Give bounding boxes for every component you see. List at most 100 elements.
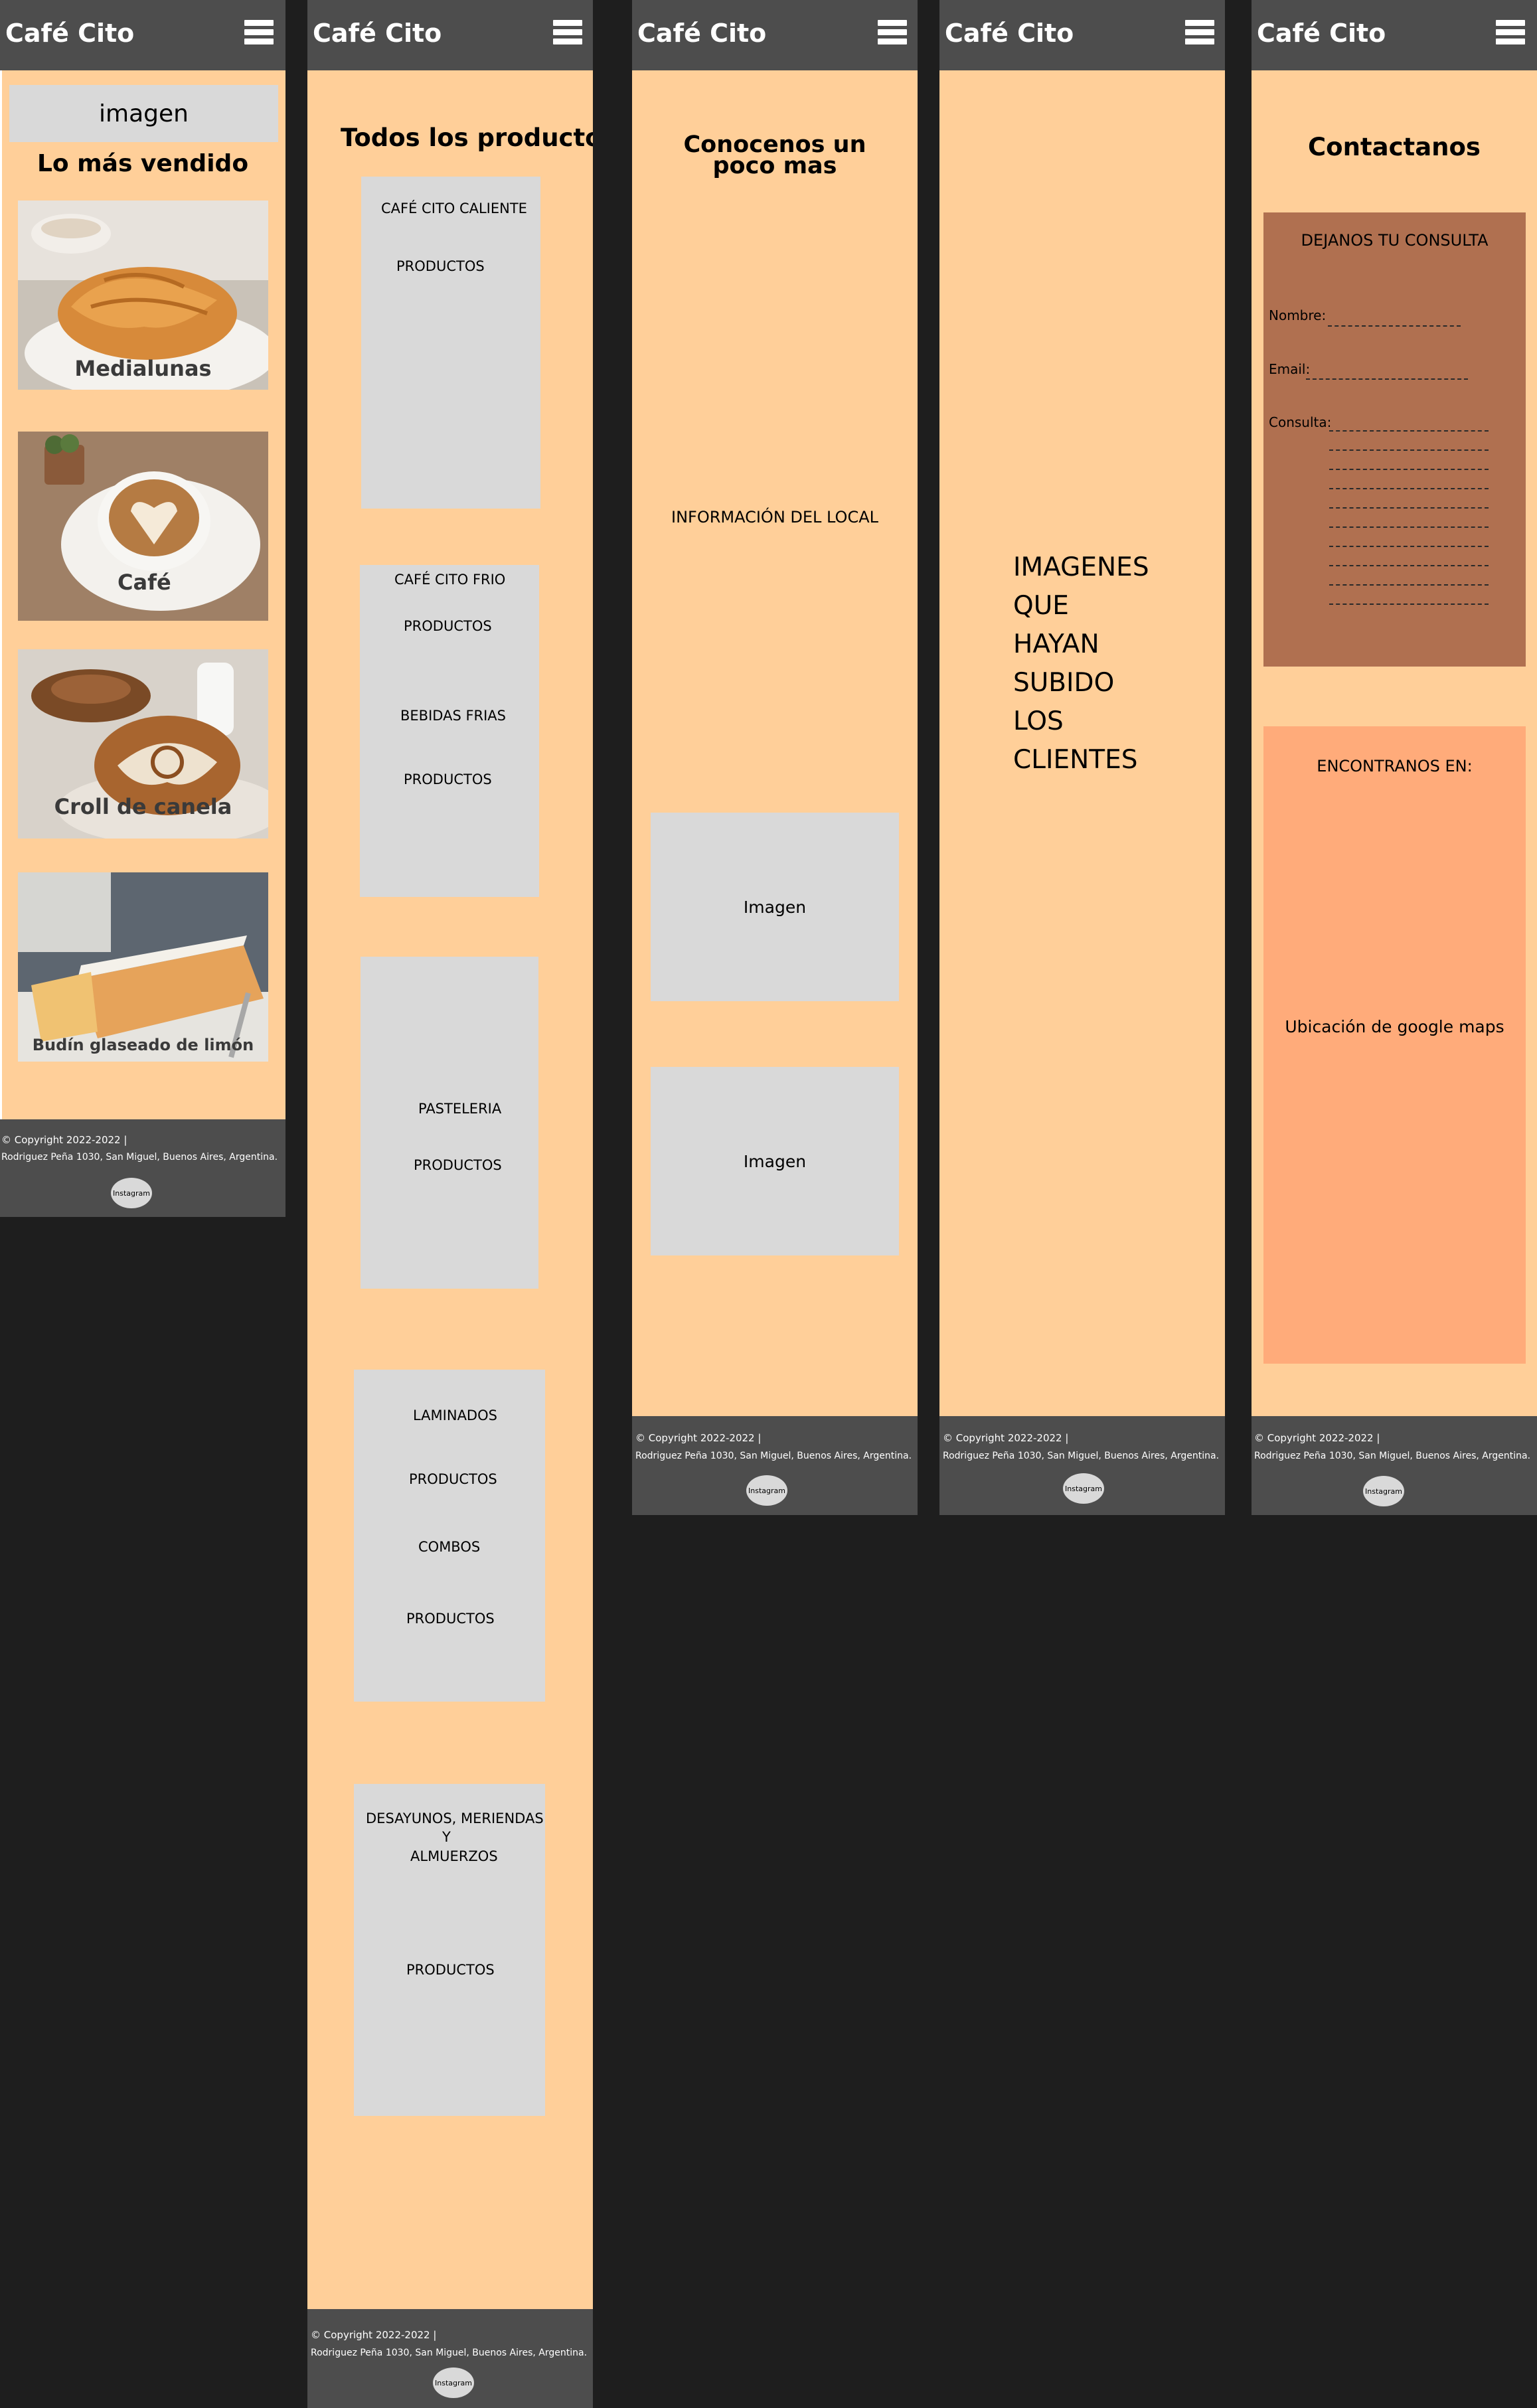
- footer: © Copyright 2022-2022 | Rodriguez Peña 1…: [1252, 1416, 1537, 1515]
- footer: © Copyright 2022-2022 | Rodriguez Peña 1…: [307, 2309, 593, 2408]
- header: Café Cito: [0, 0, 285, 70]
- instagram-button[interactable]: Instagram: [1063, 1473, 1104, 1504]
- email-label: Email:: [1269, 361, 1311, 377]
- gallery-line: LOS: [1013, 706, 1064, 736]
- gallery-line: QUE: [1013, 591, 1069, 621]
- footer: © Copyright 2022-2022 | Rodriguez Peña 1…: [939, 1416, 1225, 1515]
- header: Café Cito: [307, 0, 593, 70]
- instagram-button[interactable]: Instagram: [433, 2368, 474, 2398]
- hamburger-menu-icon[interactable]: [1496, 20, 1525, 45]
- query-textarea[interactable]: [1329, 426, 1489, 605]
- header: Café Cito: [632, 0, 918, 70]
- query-label: Consulta:: [1269, 414, 1332, 430]
- store-info-text: INFORMACIÓN DEL LOCAL: [671, 508, 878, 526]
- product-card-budin-glaseado-de-limon[interactable]: Budín glaseado de limón: [18, 872, 268, 1062]
- category-title: BEBIDAS FRIAS: [400, 708, 507, 724]
- best-sellers-heading: Lo más vendido: [37, 150, 249, 177]
- location-section: ENCONTRANOS EN: Ubicación de google maps: [1263, 726, 1526, 1364]
- image-placeholder-2: Imagen: [651, 1067, 899, 1255]
- category-card-laminados[interactable]: LAMINADOS PRODUCTOS COMBOS PRODUCTOS: [354, 1370, 545, 1702]
- gallery-line: IMAGENES: [1013, 552, 1149, 582]
- google-maps-placeholder[interactable]: Ubicación de google maps: [1263, 1017, 1526, 1036]
- lemon-cake-photo: [18, 872, 268, 1062]
- address-text: Rodriguez Peña 1030, San Miguel, Buenos …: [1, 1152, 278, 1163]
- home-screen: Café Cito imagen Lo más vendido Medialun…: [0, 0, 285, 1217]
- category-title: Y: [442, 1829, 451, 1845]
- gallery-line: SUBIDO: [1013, 668, 1115, 698]
- instagram-button[interactable]: Instagram: [746, 1475, 787, 1506]
- products-link[interactable]: PRODUCTOS: [404, 771, 492, 787]
- category-title: COMBOS: [418, 1539, 481, 1555]
- brand-logo[interactable]: Café Cito: [5, 19, 134, 48]
- hamburger-menu-icon[interactable]: [1185, 20, 1214, 45]
- header: Café Cito: [939, 0, 1225, 70]
- category-title: CAFÉ CITO CALIENTE: [381, 201, 527, 216]
- category-card-pasteleria[interactable]: PASTELERIA PRODUCTOS: [361, 957, 538, 1289]
- footer: © Copyright 2022-2022 | Rodriguez Peña 1…: [632, 1416, 918, 1515]
- contact-screen: Café Cito Contactanos DEJANOS TU CONSULT…: [1252, 0, 1537, 1515]
- address-text: Rodriguez Peña 1030, San Miguel, Buenos …: [1254, 1451, 1531, 1461]
- name-label: Nombre:: [1269, 307, 1327, 323]
- product-card-croll-de-canela[interactable]: Croll de canela: [18, 649, 268, 839]
- category-title: ALMUERZOS: [410, 1848, 498, 1864]
- product-name: Café: [118, 570, 171, 595]
- hamburger-menu-icon[interactable]: [878, 20, 907, 45]
- copyright-text: © Copyright 2022-2022 |: [943, 1432, 1069, 1444]
- copyright-text: © Copyright 2022-2022 |: [1, 1134, 127, 1146]
- category-title: LAMINADOS: [413, 1407, 497, 1423]
- brand-logo[interactable]: Café Cito: [1257, 19, 1386, 48]
- products-link[interactable]: PRODUCTOS: [406, 1611, 495, 1627]
- category-title: DESAYUNOS, MERIENDAS: [366, 1810, 544, 1826]
- hero-image-placeholder: imagen: [9, 85, 278, 142]
- hamburger-menu-icon[interactable]: [553, 20, 582, 45]
- address-text: Rodriguez Peña 1030, San Miguel, Buenos …: [311, 2348, 588, 2358]
- image-label: Imagen: [743, 897, 807, 917]
- instagram-button[interactable]: Instagram: [1363, 1476, 1404, 1506]
- contact-heading: Contactanos: [1308, 133, 1481, 161]
- form-title: DEJANOS TU CONSULTA: [1301, 231, 1489, 250]
- customer-images-text: IMAGENES QUE HAYAN SUBIDO LOS CLIENTES: [1013, 548, 1149, 779]
- about-heading: Conocenos un poco mas: [632, 133, 918, 179]
- category-title: CAFÉ CITO FRIO: [394, 572, 506, 588]
- category-card-cafe-frio[interactable]: CAFÉ CITO FRIO PRODUCTOS BEBIDAS FRIAS P…: [360, 565, 539, 897]
- gallery-line: HAYAN: [1013, 629, 1099, 659]
- category-title: PASTELERIA: [418, 1101, 502, 1117]
- image-placeholder-1: Imagen: [651, 813, 899, 1001]
- category-card-desayunos[interactable]: DESAYUNOS, MERIENDAS Y ALMUERZOS PRODUCT…: [354, 1784, 545, 2116]
- copyright-text: © Copyright 2022-2022 |: [1254, 1432, 1380, 1444]
- product-name: Budín glaseado de limón: [32, 1036, 254, 1054]
- products-link[interactable]: PRODUCTOS: [404, 618, 492, 634]
- copyright-text: © Copyright 2022-2022 |: [635, 1432, 762, 1444]
- products-link[interactable]: PRODUCTOS: [414, 1157, 502, 1173]
- products-screen: Café Cito Todos los productos CAFÉ CITO …: [307, 0, 593, 2408]
- products-link[interactable]: PRODUCTOS: [409, 1471, 497, 1487]
- brand-logo[interactable]: Café Cito: [313, 19, 442, 48]
- name-field[interactable]: [1328, 325, 1461, 327]
- brand-logo[interactable]: Café Cito: [637, 19, 766, 48]
- find-us-title: ENCONTRANOS EN:: [1317, 757, 1473, 775]
- products-link[interactable]: PRODUCTOS: [406, 1962, 495, 1978]
- about-screen: Café Cito Conocenos un poco mas INFORMAC…: [632, 0, 918, 1515]
- product-card-medialunas[interactable]: Medialunas: [18, 201, 268, 390]
- about-heading-line2: poco mas: [712, 153, 837, 179]
- products-link[interactable]: PRODUCTOS: [396, 258, 485, 274]
- category-card-cafe-caliente[interactable]: CAFÉ CITO CALIENTE PRODUCTOS: [361, 177, 540, 509]
- product-name: Medialunas: [74, 356, 212, 381]
- hero-image-label: imagen: [99, 100, 189, 127]
- brand-logo[interactable]: Café Cito: [945, 19, 1074, 48]
- copyright-text: © Copyright 2022-2022 |: [311, 2329, 437, 2341]
- header: Café Cito: [1252, 0, 1537, 70]
- email-field[interactable]: [1306, 378, 1468, 380]
- product-name: Croll de canela: [54, 794, 232, 819]
- address-text: Rodriguez Peña 1030, San Miguel, Buenos …: [635, 1451, 912, 1461]
- left-border: [0, 70, 2, 1119]
- hamburger-menu-icon[interactable]: [244, 20, 274, 45]
- footer: © Copyright 2022-2022 | Rodriguez Peña 1…: [0, 1119, 285, 1217]
- image-label: Imagen: [743, 1151, 807, 1171]
- product-card-cafe[interactable]: Café: [18, 432, 268, 621]
- instagram-button[interactable]: Instagram: [111, 1178, 152, 1208]
- all-products-heading: Todos los productos: [341, 123, 593, 152]
- contact-form: DEJANOS TU CONSULTA Nombre: Email: Consu…: [1263, 212, 1526, 667]
- address-text: Rodriguez Peña 1030, San Miguel, Buenos …: [943, 1451, 1220, 1461]
- gallery-screen: Café Cito IMAGENES QUE HAYAN SUBIDO LOS …: [939, 0, 1225, 1515]
